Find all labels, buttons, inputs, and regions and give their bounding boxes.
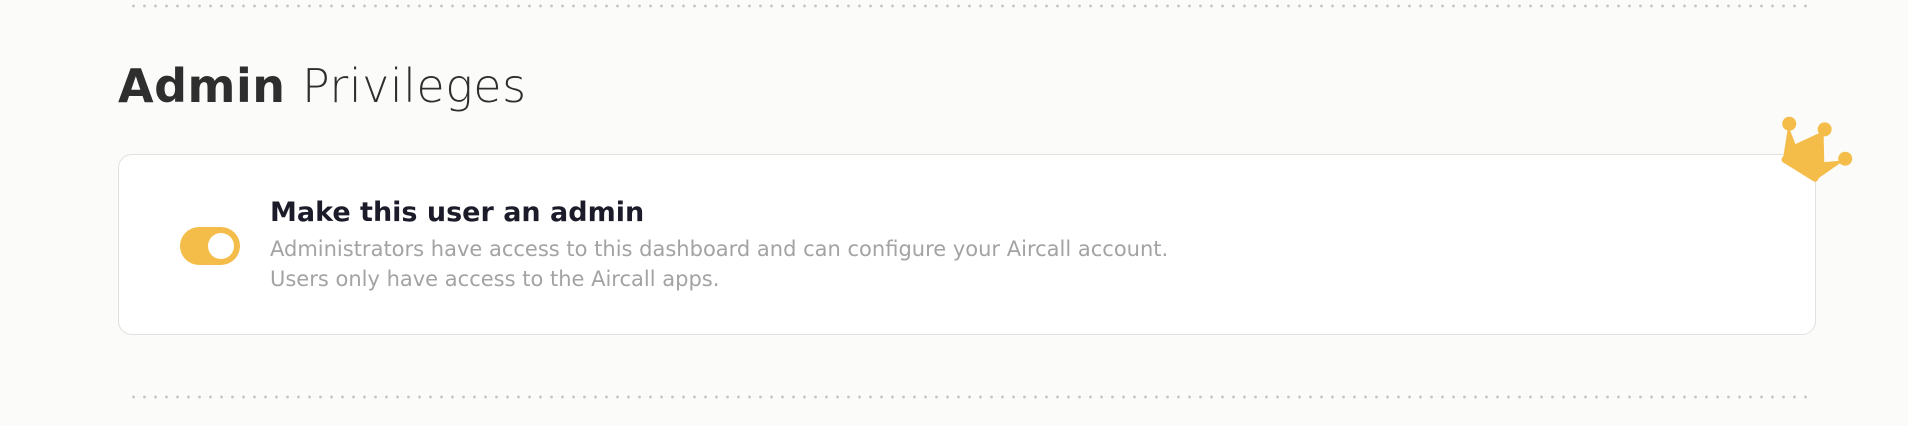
- section-title-light: Privileges: [302, 59, 527, 113]
- admin-option-title: Make this user an admin: [270, 197, 645, 228]
- toggle-knob: [208, 233, 234, 259]
- section-title: Admin Privileges: [118, 58, 527, 114]
- section-title-bold: Admin: [118, 59, 286, 113]
- admin-option-description-line2: Users only have access to the Aircall ap…: [270, 267, 720, 291]
- admin-toggle[interactable]: [180, 227, 240, 265]
- dotted-divider-bottom: [128, 395, 1812, 399]
- admin-option-description-line1: Administrators have access to this dashb…: [270, 237, 1169, 261]
- crown-icon: [1781, 116, 1853, 182]
- dotted-divider-top: [128, 4, 1812, 8]
